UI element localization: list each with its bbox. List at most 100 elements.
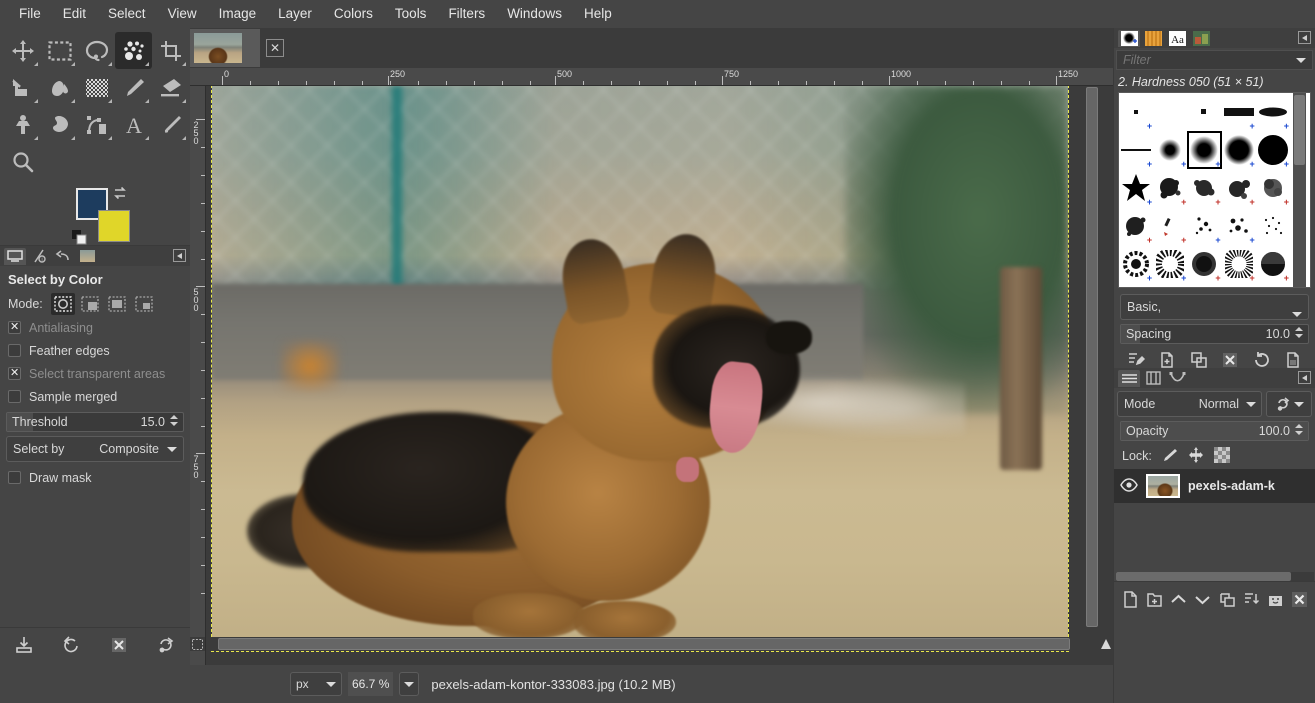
- image-canvas[interactable]: [206, 86, 1099, 665]
- photo-layer[interactable]: [211, 86, 1069, 652]
- zoom-dropdown-button[interactable]: [399, 672, 420, 696]
- default-colors-icon[interactable]: [72, 230, 88, 246]
- menu-image[interactable]: Image: [208, 3, 268, 25]
- fonts-tab[interactable]: Aa: [1166, 30, 1188, 47]
- menu-colors[interactable]: Colors: [323, 3, 384, 25]
- draw-mask-row[interactable]: Draw mask: [0, 466, 190, 489]
- close-image-tab-icon[interactable]: ✕: [266, 39, 284, 57]
- brush-3-2[interactable]: +: [1153, 169, 1187, 207]
- layer-visibility-icon[interactable]: [1120, 477, 1138, 495]
- brush-grid[interactable]: + + + + + + + + + + + + + + + + + + + + …: [1118, 92, 1311, 288]
- brush-2-5[interactable]: +: [1256, 131, 1290, 169]
- delete-layer-icon[interactable]: [1291, 591, 1308, 611]
- intersect-with-selection-button[interactable]: [132, 293, 156, 315]
- brush-2-4[interactable]: +: [1222, 131, 1256, 169]
- transform-tool[interactable]: [4, 69, 41, 106]
- feather-edges-checkbox[interactable]: [8, 344, 21, 357]
- subtract-from-selection-button[interactable]: [105, 293, 129, 315]
- brush-4-5[interactable]: [1256, 207, 1290, 245]
- layer-mode-dropdown[interactable]: Mode Normal: [1117, 391, 1262, 417]
- patterns-tab[interactable]: [1142, 30, 1164, 47]
- menu-layer[interactable]: Layer: [267, 3, 323, 25]
- paintbrush-tool[interactable]: [115, 69, 152, 106]
- background-color-swatch[interactable]: [98, 210, 130, 242]
- tool-options-tab[interactable]: [4, 247, 26, 265]
- lock-alpha-icon[interactable]: [1213, 446, 1230, 466]
- bucket-fill-tool[interactable]: [41, 69, 78, 106]
- menu-select[interactable]: Select: [97, 3, 157, 25]
- threshold-slider[interactable]: Threshold 15.0: [6, 412, 184, 432]
- spacing-slider[interactable]: Spacing 10.0: [1120, 324, 1309, 344]
- quick-mask-toggle[interactable]: [190, 637, 205, 651]
- brush-4-4[interactable]: +: [1222, 207, 1256, 245]
- feather-edges-row[interactable]: Feather edges: [0, 339, 190, 362]
- images-tab[interactable]: [76, 248, 98, 265]
- zoom-input[interactable]: 66.7 %: [348, 672, 394, 696]
- sample-merged-checkbox[interactable]: [8, 390, 21, 403]
- navigation-preview-button[interactable]: [1099, 637, 1113, 651]
- layers-dock-menu-icon[interactable]: [1298, 371, 1311, 384]
- sample-merged-row[interactable]: Sample merged: [0, 385, 190, 408]
- chevron-down-icon[interactable]: [1296, 58, 1306, 63]
- menu-view[interactable]: View: [157, 3, 208, 25]
- brush-tag-dropdown[interactable]: Basic,: [1120, 294, 1309, 320]
- select-by-color-tool[interactable]: [115, 32, 152, 69]
- menu-file[interactable]: File: [8, 3, 52, 25]
- menu-windows[interactable]: Windows: [496, 3, 573, 25]
- brush-2-2[interactable]: +: [1153, 131, 1187, 169]
- brush-5-3[interactable]: +: [1187, 245, 1221, 283]
- brush-1-1[interactable]: +: [1119, 93, 1153, 131]
- lock-pixels-icon[interactable]: [1162, 447, 1178, 466]
- undo-history-tab[interactable]: [52, 248, 74, 265]
- select-transparent-areas-checkbox[interactable]: [8, 366, 21, 380]
- move-tool[interactable]: [4, 32, 41, 69]
- brush-4-2[interactable]: +: [1153, 207, 1187, 245]
- color-picker-tool[interactable]: [152, 106, 189, 143]
- smudge-tool[interactable]: [41, 106, 78, 143]
- select-transparent-areas-row[interactable]: Select transparent areas: [0, 362, 190, 385]
- free-select-tool[interactable]: [78, 32, 115, 69]
- new-layer-group-icon[interactable]: [1146, 591, 1163, 611]
- merge-down-icon[interactable]: [1243, 591, 1260, 611]
- brush-3-3[interactable]: +: [1187, 169, 1221, 207]
- lower-layer-icon[interactable]: [1194, 591, 1211, 611]
- duplicate-layer-icon[interactable]: [1219, 591, 1236, 611]
- eraser-tool[interactable]: [152, 69, 189, 106]
- unit-dropdown[interactable]: px: [290, 672, 342, 696]
- brush-filter-input[interactable]: [1123, 53, 1283, 67]
- vertical-scrollbar-thumb[interactable]: [1086, 87, 1098, 627]
- paths-tab[interactable]: [1166, 370, 1188, 387]
- crop-tool[interactable]: [152, 32, 189, 69]
- paths-tool[interactable]: [78, 106, 115, 143]
- layers-horizontal-scrollbar[interactable]: [1116, 572, 1314, 581]
- replace-selection-button[interactable]: [50, 293, 75, 315]
- horizontal-scrollbar-thumb[interactable]: [218, 638, 1070, 650]
- menu-edit[interactable]: Edit: [52, 3, 97, 25]
- opacity-slider[interactable]: Opacity 100.0: [1120, 421, 1309, 441]
- add-layer-mask-icon[interactable]: [1267, 591, 1284, 611]
- brush-1-5[interactable]: +: [1256, 93, 1290, 131]
- brushes-tab[interactable]: [1118, 29, 1140, 47]
- brush-2-3[interactable]: +: [1187, 131, 1222, 169]
- brush-1-2[interactable]: [1153, 93, 1187, 131]
- add-to-selection-button[interactable]: [78, 293, 102, 315]
- brush-5-1[interactable]: +: [1119, 245, 1153, 283]
- menu-filters[interactable]: Filters: [437, 3, 496, 25]
- new-layer-icon[interactable]: [1122, 590, 1139, 611]
- text-tool[interactable]: A: [115, 106, 152, 143]
- channels-tab[interactable]: [1142, 370, 1164, 387]
- rectangle-select-tool[interactable]: [41, 32, 78, 69]
- image-tab[interactable]: [190, 29, 260, 67]
- brush-grid-scrollbar[interactable]: [1293, 93, 1306, 287]
- delete-tool-options-icon[interactable]: [110, 636, 128, 657]
- draw-mask-checkbox[interactable]: [8, 471, 21, 484]
- reset-tool-options-icon[interactable]: [157, 636, 175, 657]
- menu-tools[interactable]: Tools: [384, 3, 438, 25]
- brush-1-3[interactable]: [1187, 93, 1221, 131]
- gradient-tool[interactable]: [78, 69, 115, 106]
- save-tool-options-icon[interactable]: [15, 636, 33, 657]
- brush-grid-scrollbar-thumb[interactable]: [1294, 95, 1305, 165]
- restore-tool-options-icon[interactable]: [62, 636, 80, 657]
- brush-2-1[interactable]: +: [1119, 131, 1153, 169]
- zoom-tool[interactable]: [4, 143, 41, 180]
